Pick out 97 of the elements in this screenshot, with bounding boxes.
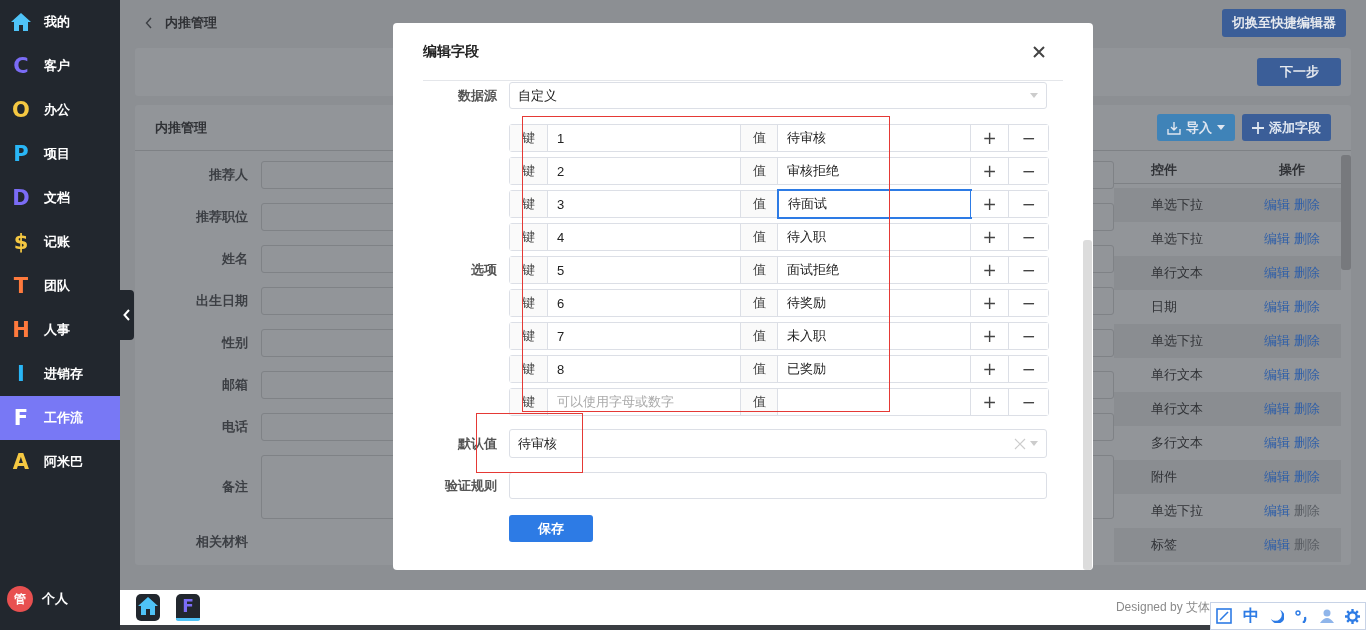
value-label: 值	[741, 158, 778, 184]
sidebar-item[interactable]: T 团队	[0, 264, 120, 308]
sidebar-item[interactable]: D 文档	[0, 176, 120, 220]
taskbar-app[interactable]: F	[176, 594, 200, 621]
table-cell-text: 单行文本	[1150, 400, 1204, 418]
sidebar-item[interactable]: 我的	[0, 0, 120, 44]
table-cell-text: 单选下拉	[1150, 332, 1204, 350]
value-label: 值	[741, 389, 778, 415]
table-cell-text: 日期	[1150, 298, 1178, 316]
letter-icon: I	[10, 362, 32, 386]
value-label: 值	[741, 290, 778, 316]
field-label: 性别	[220, 334, 248, 352]
user-icon[interactable]	[1319, 609, 1334, 623]
save-button[interactable]: 保存	[509, 515, 593, 542]
field-label: 邮箱	[221, 376, 248, 394]
moon-icon[interactable]	[1270, 609, 1285, 623]
key-label: 键	[510, 224, 548, 250]
table-cell-text: 单选下拉	[1150, 502, 1204, 520]
key-label: 键	[510, 158, 548, 184]
page-title: 内推管理	[165, 13, 217, 32]
value-label: 值	[741, 257, 778, 283]
value-input[interactable]: 待面试	[778, 190, 971, 218]
field-label: 电话	[221, 418, 248, 436]
letter-icon: H	[10, 318, 32, 342]
letter-icon: D	[10, 186, 32, 210]
credit-text: Designed by 艾体	[1115, 599, 1210, 616]
scrollbar[interactable]	[1341, 155, 1351, 270]
table-cell-text: 单选下拉	[1150, 196, 1204, 214]
field-label: 验证规则	[443, 476, 497, 495]
default-value-select[interactable]: 待审核	[509, 429, 1047, 458]
letter-icon: F	[10, 406, 32, 430]
field-label: 相关材料	[195, 533, 248, 551]
letter-icon: C	[10, 54, 32, 78]
sidebar-item[interactable]: H 人事	[0, 308, 120, 352]
punctuation-icon[interactable]	[1294, 609, 1309, 623]
value-label: 值	[741, 323, 778, 349]
column-header: 操作	[1277, 161, 1306, 179]
key-label: 键	[510, 323, 548, 349]
field-label: 选项	[470, 261, 497, 279]
house-icon	[137, 596, 159, 616]
value-label: 值	[741, 191, 778, 217]
table-cell-text: 多行文本	[1150, 434, 1204, 452]
letter-icon: P	[10, 142, 32, 166]
ime-mode[interactable]: 中	[1243, 605, 1260, 627]
letter-icon: $	[10, 230, 32, 254]
sidebar-item[interactable]: F 工作流	[0, 396, 120, 440]
letter-icon: T	[10, 274, 32, 298]
key-label: 键	[510, 356, 548, 382]
table-cell-text: 单行文本	[1150, 264, 1204, 282]
key-label: 键	[510, 290, 548, 316]
next-step-button[interactable]: 下一步	[1257, 58, 1341, 86]
table-cell-text: 单选下拉	[1150, 230, 1204, 248]
field-label: 推荐人	[208, 166, 248, 184]
user-avatar[interactable]: 管	[7, 586, 33, 612]
plus-icon	[1252, 121, 1264, 134]
field-label: 出生日期	[195, 292, 248, 310]
value-label: 值	[741, 224, 778, 250]
settings-icon[interactable]	[1344, 608, 1360, 624]
table-cell-text: 单行文本	[1150, 366, 1204, 384]
letter-icon: A	[10, 450, 32, 474]
field-label: 姓名	[221, 250, 248, 268]
back-icon[interactable]	[145, 16, 153, 29]
key-label: 键	[510, 125, 548, 151]
sidebar-item[interactable]: $ 记账	[0, 220, 120, 264]
sidebar-item[interactable]: I 进销存	[0, 352, 120, 396]
chevron-left-icon	[123, 309, 131, 321]
table-cell-text: 附件	[1150, 468, 1178, 486]
key-label: 键	[510, 257, 548, 283]
card-title: 内推管理	[155, 118, 207, 137]
caret-icon	[1217, 125, 1225, 130]
add-option-button[interactable]: +	[971, 191, 1009, 217]
user-label[interactable]: 个人	[42, 590, 68, 608]
sidebar-item[interactable]: O 办公	[0, 88, 120, 132]
column-header: 控件	[1150, 161, 1178, 179]
sidebar-item[interactable]: A 阿米巴	[0, 440, 120, 484]
validation-input[interactable]	[509, 472, 1047, 499]
sidebar-item[interactable]: C 客户	[0, 44, 120, 88]
collapse-button[interactable]	[120, 290, 134, 340]
value-label: 值	[741, 125, 778, 151]
dialog-title: 编辑字段	[423, 42, 479, 61]
table-cell-text: 标签	[1150, 536, 1178, 554]
field-label: 推荐职位	[195, 208, 248, 226]
taskbar-app[interactable]	[136, 594, 160, 621]
data-source-select[interactable]: 自定义	[509, 82, 1047, 109]
switch-editor-button[interactable]: 切换至快捷编辑器	[1222, 8, 1346, 37]
pen-icon[interactable]	[1216, 608, 1233, 624]
scrollbar[interactable]	[1083, 240, 1092, 570]
value-label: 值	[741, 356, 778, 382]
key-label: 键	[510, 191, 548, 217]
field-label: 数据源	[457, 86, 497, 105]
sidebar-item[interactable]: P 项目	[0, 132, 120, 176]
caret-icon	[1030, 93, 1038, 98]
add-button[interactable]: 添加字段	[1242, 114, 1331, 141]
import-icon	[1167, 120, 1181, 135]
letter-icon: O	[10, 98, 32, 122]
letter-icon: F	[182, 596, 194, 616]
field-label: 备注	[221, 478, 248, 496]
